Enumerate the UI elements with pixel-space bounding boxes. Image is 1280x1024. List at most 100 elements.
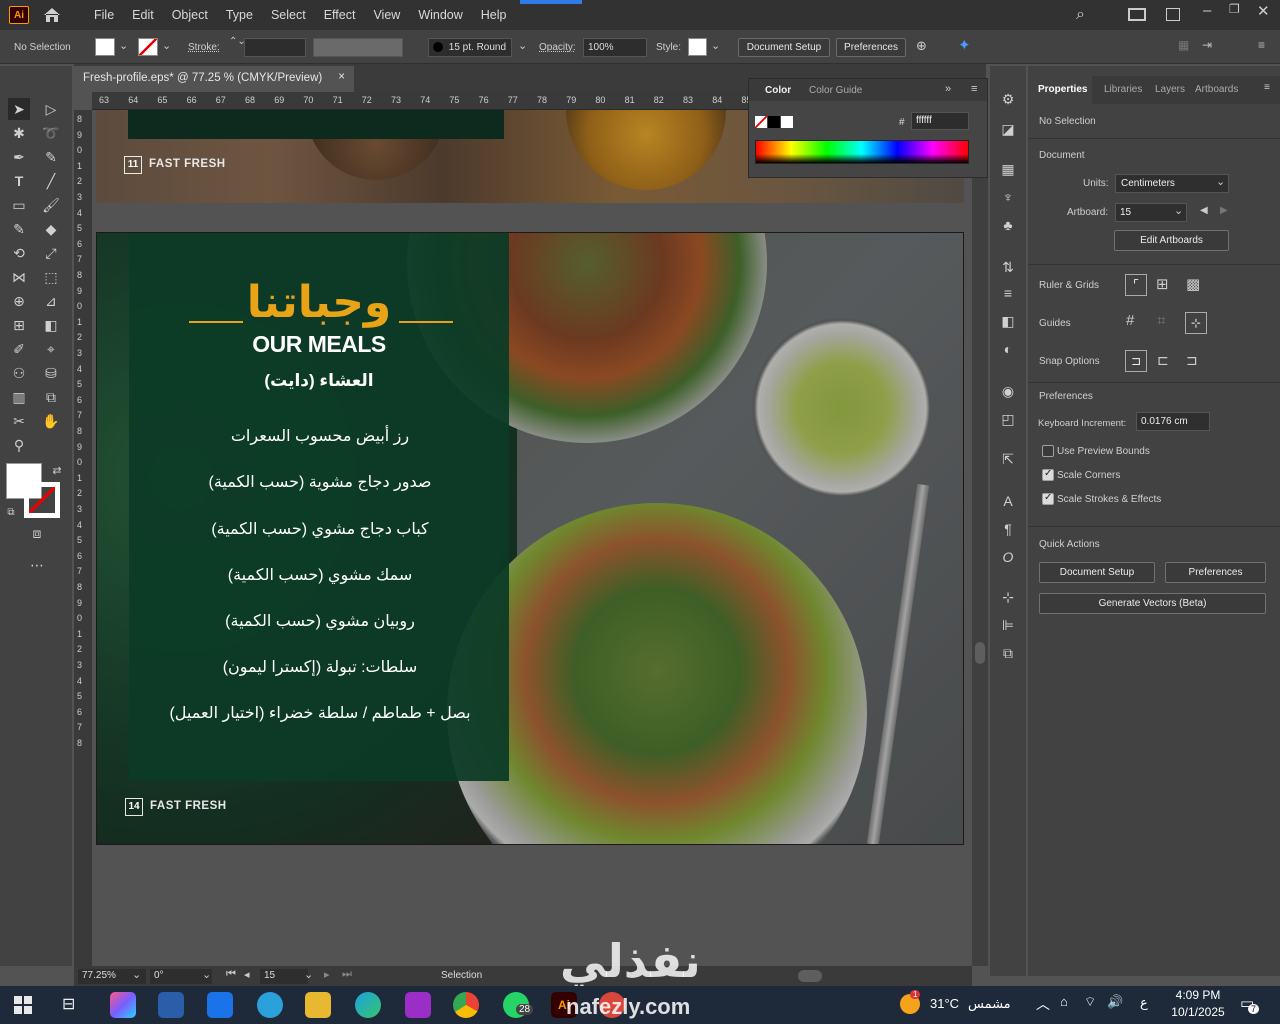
scale-corners-checkbox[interactable]	[1042, 468, 1054, 481]
clock-time[interactable]: 4:09 PM	[1170, 988, 1226, 1002]
close-window-button[interactable]: ✕	[1257, 2, 1270, 20]
perspective-grid-tool-icon[interactable]: ⊿	[40, 290, 62, 312]
free-transform-tool-icon[interactable]: ⬚	[40, 266, 62, 288]
draw-mode-icon[interactable]: ⧈	[26, 522, 48, 544]
stroke-color-box[interactable]	[24, 482, 60, 518]
pdf-reader-icon[interactable]	[405, 992, 431, 1018]
home-icon[interactable]	[41, 5, 63, 25]
style-dropdown-icon[interactable]: ⌄	[711, 39, 720, 52]
menu-object[interactable]: Object	[163, 8, 217, 22]
mail-icon[interactable]	[207, 992, 233, 1018]
show-guides-icon[interactable]: #	[1126, 312, 1134, 329]
preferences-button[interactable]: Preferences	[836, 38, 906, 57]
document-tab[interactable]: Fresh-profile.eps* @ 77.25 % (CMYK/Previ…	[74, 66, 354, 92]
next-artboard-icon[interactable]: ▸	[324, 968, 330, 981]
opentype-panel-icon[interactable]: O	[997, 546, 1019, 568]
vertical-scrollbar[interactable]	[972, 92, 988, 966]
transparency-panel-icon[interactable]: ◐	[997, 338, 1019, 360]
selection-tool-icon[interactable]: ➤	[8, 98, 30, 120]
clock-date[interactable]: 10/1/2025	[1165, 1005, 1231, 1019]
show-hidden-icons[interactable]: ︿	[1036, 994, 1050, 1014]
isolate-icon[interactable]: ▦	[1178, 38, 1189, 52]
rotate-dropdown-icon[interactable]: ⌄	[202, 968, 211, 981]
tab-properties[interactable]: Properties	[1038, 84, 1087, 95]
task-view-icon[interactable]: ⊟	[62, 994, 75, 1014]
none-swatch[interactable]	[755, 116, 767, 128]
brush-dropdown-icon[interactable]: ⌄	[518, 39, 527, 52]
symbols-panel-icon[interactable]: ♣	[997, 214, 1019, 236]
props-menu-icon[interactable]: ≡	[1264, 82, 1270, 93]
scale-tool-icon[interactable]: ⤢	[40, 242, 62, 264]
align-panel-icon[interactable]: ⊫	[997, 614, 1019, 636]
last-artboard-icon[interactable]: ⏭	[342, 968, 352, 981]
scale-strokes-checkbox[interactable]	[1042, 492, 1054, 505]
microsoft-store-icon[interactable]	[158, 992, 184, 1018]
slice-tool-icon[interactable]: ✂	[8, 410, 30, 432]
rotate-tool-icon[interactable]: ⟲	[8, 242, 30, 264]
wifi-icon[interactable]: ⌔	[1084, 994, 1096, 1010]
lasso-tool-icon[interactable]: ➰	[40, 122, 62, 144]
document-setup-button[interactable]: Document Setup	[738, 38, 830, 57]
previous-artboard-icon[interactable]: ◂	[244, 968, 250, 981]
paragraph-panel-icon[interactable]: ¶	[997, 518, 1019, 540]
control-menu-icon[interactable]: ≡	[1258, 38, 1265, 52]
opacity-field[interactable]: 100%	[583, 38, 647, 57]
stroke-dropdown-icon[interactable]: ⌄	[162, 39, 171, 52]
zoom-dropdown-icon[interactable]: ⌄	[132, 968, 141, 981]
stroke-label[interactable]: Stroke:	[188, 42, 220, 53]
graphic-styles-panel-icon[interactable]: ◰	[997, 408, 1019, 430]
close-tab-icon[interactable]: ×	[338, 71, 345, 83]
menu-file[interactable]: File	[85, 8, 123, 22]
gradient-tool-icon[interactable]: ◧	[40, 314, 62, 336]
edit-artboards-button[interactable]: Edit Artboards	[1114, 230, 1229, 251]
gradient-panel-icon[interactable]: ◧	[997, 310, 1019, 332]
fill-swatch[interactable]	[95, 38, 115, 56]
align-icon[interactable]: ⊕	[916, 38, 927, 54]
menu-window[interactable]: Window	[409, 8, 471, 22]
weather-temp[interactable]: 31°C	[930, 996, 959, 1011]
first-artboard-icon[interactable]: ⏮	[226, 968, 236, 981]
opacity-label[interactable]: Opacity:	[539, 42, 576, 53]
next-artboard-arrow-icon[interactable]: ▶	[1220, 205, 1228, 216]
units-select[interactable]: Centimeters	[1115, 174, 1229, 193]
generate-vectors-button[interactable]: Generate Vectors (Beta)	[1039, 593, 1266, 614]
lock-guides-icon[interactable]: ⌗	[1157, 312, 1165, 329]
network-icon[interactable]: ⌂	[1060, 994, 1068, 1009]
width-tool-icon[interactable]: ⋈	[8, 266, 30, 288]
shaper-tool-icon[interactable]: ✎	[8, 218, 30, 240]
telegram-icon[interactable]	[257, 992, 283, 1018]
panel-menu-icon[interactable]: ≡	[971, 83, 977, 95]
symbol-sprayer-tool-icon[interactable]: ⛁	[40, 362, 62, 384]
black-swatch[interactable]	[768, 116, 780, 128]
properties-panel-icon[interactable]: ⚙	[997, 88, 1019, 110]
file-explorer-icon[interactable]	[305, 992, 331, 1018]
brushes-panel-icon[interactable]: ♆	[997, 186, 1019, 208]
hex-input[interactable]: ffffff	[911, 112, 969, 130]
brush-definition[interactable]: 15 pt. Round	[428, 38, 512, 57]
transparency-grid-icon[interactable]: ▩	[1186, 275, 1200, 293]
type-tool-icon[interactable]: T	[8, 170, 30, 192]
smart-guides-icon[interactable]: ⊹	[1185, 312, 1207, 334]
blend-tool-icon[interactable]: ⚇	[8, 362, 30, 384]
color-spectrum[interactable]	[755, 140, 969, 164]
edge-icon[interactable]	[355, 992, 381, 1018]
artboard-dropdown-icon[interactable]: ⌄	[304, 968, 313, 981]
recolor-icon[interactable]: ✦	[958, 36, 971, 54]
collapse-panel-icon[interactable]: »	[945, 83, 951, 95]
menu-view[interactable]: View	[364, 8, 409, 22]
column-graph-tool-icon[interactable]: ▥	[8, 386, 30, 408]
tab-artboards[interactable]: Artboards	[1195, 84, 1239, 95]
artboard-dropdown-icon[interactable]: ⌄	[1174, 204, 1183, 217]
hand-tool-icon[interactable]: ✋	[40, 410, 62, 432]
grid-toggle-icon[interactable]: ⊞	[1156, 275, 1169, 293]
menu-type[interactable]: Type	[217, 8, 262, 22]
asset-export-icon[interactable]: ⇅	[997, 256, 1019, 278]
snap-to-point-icon[interactable]: ⊐	[1125, 350, 1147, 372]
minimize-button[interactable]: –	[1203, 2, 1211, 19]
horizontal-scroll-thumb[interactable]	[798, 970, 822, 982]
swap-colors-icon[interactable]: ⇄	[46, 460, 68, 482]
chrome-icon[interactable]	[453, 992, 479, 1018]
weather-text[interactable]: مشمس	[968, 996, 1011, 1012]
qa-preferences-button[interactable]: Preferences	[1165, 562, 1266, 583]
start-windows-icon[interactable]	[14, 996, 32, 1014]
